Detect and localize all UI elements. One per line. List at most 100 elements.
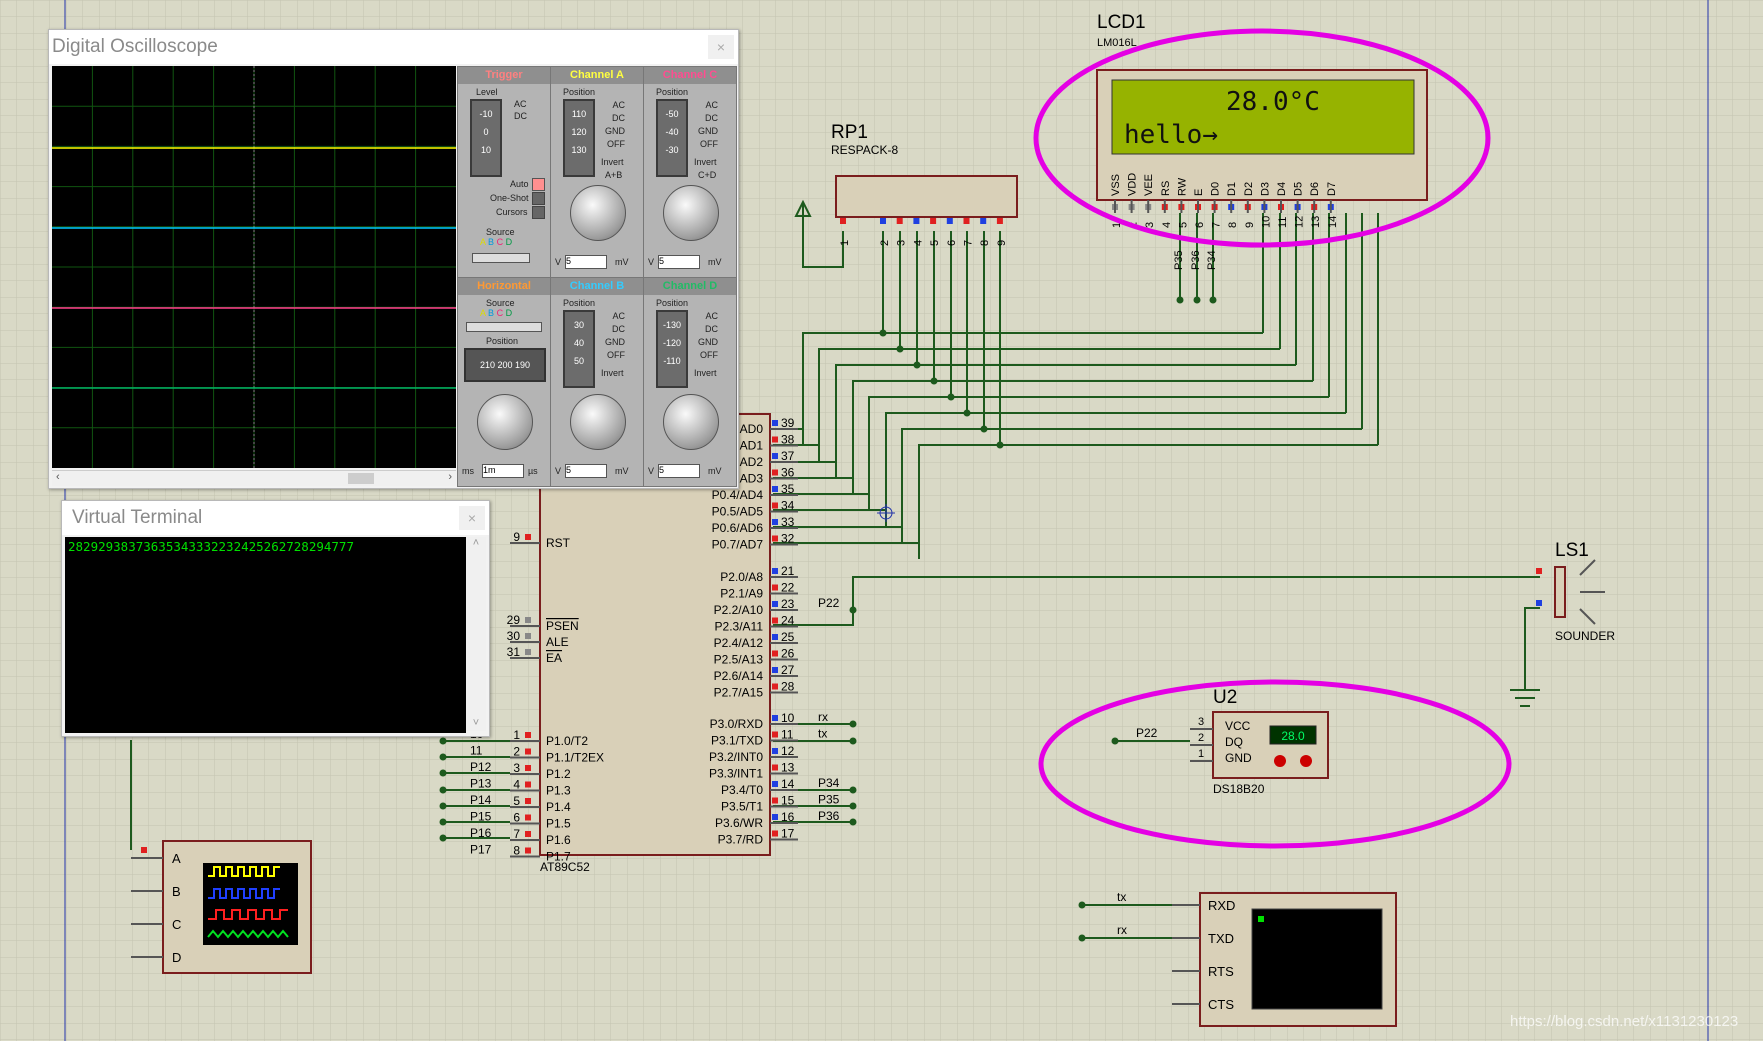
terminal-title: Virtual Terminal — [72, 507, 203, 528]
mcu-pin-name: P2.7/A15 — [714, 686, 764, 700]
pin-marker — [772, 469, 778, 476]
channel-b-invert-label: Invert — [601, 368, 624, 378]
trigger-header: Trigger — [458, 67, 550, 84]
channel-d-position-scale[interactable]: -130 -120 -110 — [656, 310, 688, 388]
channel-a-modes[interactable]: AC DC GND OFF — [605, 99, 625, 151]
net-label-p22: P22 — [818, 596, 840, 610]
mcu-pin-number: 13 — [781, 761, 795, 775]
u2-down-button[interactable] — [1274, 755, 1286, 767]
pin-marker — [840, 218, 846, 224]
rp1-body — [835, 175, 1018, 218]
lcd1-pin-name: D6 — [1309, 182, 1321, 196]
trigger-source-label: Source — [486, 227, 515, 237]
trigger-cursors-toggle[interactable] — [532, 206, 545, 219]
terminal-vscroll[interactable]: ˄ ˅ — [466, 537, 486, 731]
lcd1-ref: LCD1 — [1097, 12, 1146, 33]
pin-marker — [772, 617, 778, 624]
pin-marker — [880, 218, 886, 224]
scroll-down-icon[interactable]: ˅ — [466, 717, 486, 729]
lcd1-pin-number: 6 — [1194, 222, 1206, 228]
pin-marker — [772, 519, 778, 525]
unit-mv: mV — [708, 257, 722, 267]
unit-v: V — [555, 257, 562, 267]
oscilloscope-hscroll[interactable]: ‹ › — [52, 470, 456, 486]
lcd1-pin-name: VEE — [1143, 174, 1155, 196]
scale-tick: 210 — [479, 360, 495, 370]
channel-c-volts-knob[interactable] — [663, 185, 719, 241]
rp1-part: RESPACK-8 — [831, 143, 898, 157]
mcu-pin-number: 15 — [781, 794, 795, 808]
virtual-terminal-window[interactable]: Virtual Terminal × 282929383736353433322… — [61, 500, 490, 737]
trigger-dc-label: DC — [514, 111, 527, 121]
oscilloscope-graticule — [52, 66, 456, 468]
lcd1-pin-name: E — [1193, 189, 1205, 196]
mcu-pin-number: 33 — [781, 515, 795, 529]
channel-b-position-scale[interactable]: 30 40 50 — [563, 310, 595, 388]
unit-ms: ms — [462, 466, 474, 476]
channel-c-invert-label: Invert — [694, 157, 717, 167]
source-c: C — [496, 308, 504, 318]
pin-marker — [772, 797, 778, 804]
oscilloscope-hscroll-thumb[interactable] — [348, 473, 374, 484]
pin-marker — [772, 535, 778, 542]
lcd1-pin-number: 11 — [1277, 217, 1289, 228]
u2-up-button[interactable] — [1300, 755, 1312, 767]
mcu-pin-number: 1 — [513, 728, 520, 742]
channel-a-position-label: Position — [563, 87, 596, 97]
oscilloscope-titlebar[interactable]: Digital Oscilloscope — [49, 30, 738, 64]
mcu-pin-number: 31 — [507, 645, 521, 659]
channel-c-header: Channel C — [644, 67, 736, 84]
trigger-panel: Trigger Level -10 0 10 AC DC Auto One-Sh… — [457, 66, 551, 278]
scroll-right-icon[interactable]: › — [448, 471, 452, 483]
channel-d-invert-label: Invert — [694, 368, 717, 378]
horizontal-position-dial[interactable]: 210 200 190 — [464, 348, 546, 382]
serial-screen — [1251, 908, 1383, 1010]
pin-marker — [772, 731, 778, 738]
pin-marker — [525, 781, 531, 788]
trigger-oneshot-toggle[interactable] — [532, 192, 545, 205]
terminal-close-button[interactable]: × — [459, 506, 485, 530]
channel-c-modes[interactable]: AC DC GND OFF — [698, 99, 718, 151]
oscilloscope-control-panel: Trigger Level -10 0 10 AC DC Auto One-Sh… — [457, 66, 737, 487]
scale-tick: -110 — [663, 356, 681, 366]
trigger-cursors-label: Cursors — [496, 207, 528, 217]
ls1-ref: LS1 — [1555, 540, 1589, 561]
channel-d-volts-knob[interactable] — [663, 394, 719, 450]
pin-marker — [525, 814, 531, 821]
mcu-pin-name: P1.6 — [546, 833, 571, 847]
channel-a-volts-value: 5 — [565, 255, 607, 269]
terminal-titlebar[interactable]: Virtual Terminal — [62, 501, 489, 535]
channel-b-modes[interactable]: AC DC GND OFF — [605, 310, 625, 362]
mcu-pin-name: P0.6/AD6 — [712, 521, 764, 535]
channel-d-modes[interactable]: AC DC GND OFF — [698, 310, 718, 362]
scroll-up-icon[interactable]: ˄ — [466, 537, 486, 549]
u2-pin-dq: DQ — [1225, 735, 1243, 749]
net-label: P34 — [818, 776, 840, 790]
trigger-auto-toggle[interactable] — [532, 178, 545, 191]
channel-c-position-scale[interactable]: -50 -40 -30 — [656, 99, 688, 177]
watermark-url: https://blog.csdn.net/x1131230123 — [1510, 1013, 1739, 1030]
mcu-pin-number: 3 — [513, 761, 520, 775]
mcu-pin-number: 21 — [781, 564, 795, 578]
trigger-level-scale[interactable]: -10 0 10 — [470, 99, 502, 177]
net-label-rx: rx — [1117, 923, 1127, 937]
pin-marker — [946, 218, 953, 224]
channel-b-position-label: Position — [563, 298, 596, 308]
channel-b-volts-knob[interactable] — [570, 394, 626, 450]
scale-tick: 10 — [480, 145, 491, 155]
scale-tick: -120 — [662, 338, 681, 348]
oscilloscope-window[interactable]: Digital Oscilloscope × ‹ › Trigger Level… — [48, 29, 739, 489]
rp1-pin-number: 1 — [839, 240, 851, 246]
channel-a-invert-label: Invert — [601, 157, 624, 167]
channel-a-volts-knob[interactable] — [570, 185, 626, 241]
channel-d-panel: Channel D Position -130 -120 -110 AC DC … — [643, 277, 737, 487]
channel-a-position-scale[interactable]: 110 120 130 — [563, 99, 595, 177]
mcu-pin-name: P2.3/A11 — [715, 620, 764, 634]
trigger-source-slider[interactable] — [472, 253, 530, 263]
scroll-left-icon[interactable]: ‹ — [56, 471, 60, 483]
terminal-screen[interactable]: 28292938373635343332232425262728294777 — [65, 537, 466, 733]
horizontal-source-slider[interactable] — [466, 322, 542, 332]
horizontal-time-knob[interactable] — [477, 394, 533, 450]
pin-marker — [772, 667, 778, 673]
oscilloscope-close-button[interactable]: × — [708, 35, 734, 59]
